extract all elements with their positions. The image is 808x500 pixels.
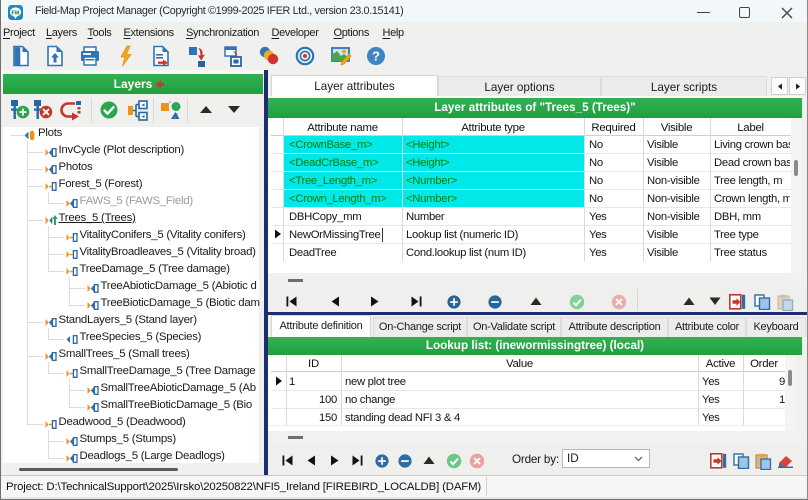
svg-text:?: ?: [372, 49, 380, 64]
svg-text:FM: FM: [12, 10, 20, 16]
